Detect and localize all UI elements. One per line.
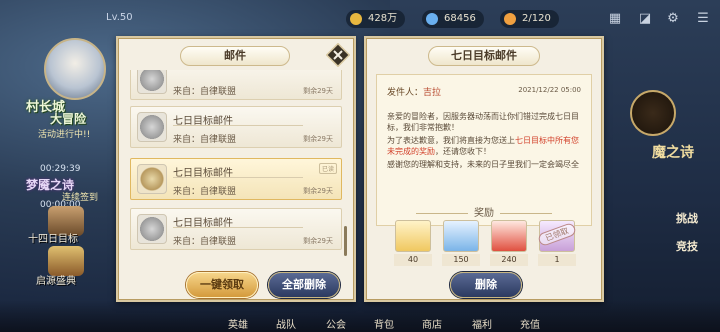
gold-chest-icon xyxy=(395,220,431,252)
mail-paragraph-3: 感谢您的理解和支持，未来的日子里我们一定会竭尽全 xyxy=(387,160,579,169)
nav-heroes[interactable]: 英雄 xyxy=(218,316,258,331)
event-timer: 00:29:39 xyxy=(40,164,81,174)
mail-thumb-icon xyxy=(137,112,167,142)
mail-list-panel: 邮件 来自：自律联盟 剩余29天 七日目标邮件 来自：自律联盟 剩余29天 七日… xyxy=(116,36,356,302)
nav-recharge[interactable]: 充值 xyxy=(510,316,550,331)
mail-list[interactable]: 来自：自律联盟 剩余29天 七日目标邮件 来自：自律联盟 剩余29天 七日目标邮… xyxy=(126,70,346,270)
detail-title: 七日目标邮件 xyxy=(428,46,540,66)
nav-guild[interactable]: 公会 xyxy=(316,316,356,331)
close-icon xyxy=(325,42,351,68)
mail-item[interactable]: 七日目标邮件 来自：自律联盟 剩余29天 xyxy=(130,208,342,250)
mail-remaining: 剩余29天 xyxy=(303,237,333,245)
sender-line: 发件人：吉拉 xyxy=(387,85,441,98)
mail-remaining: 剩余29天 xyxy=(303,135,333,143)
reward-qty: 240 xyxy=(490,254,528,266)
player-avatar[interactable] xyxy=(44,38,106,100)
gold-coin-icon xyxy=(350,13,362,25)
blue-crystal-icon xyxy=(443,220,479,252)
reward-item[interactable]: 40 xyxy=(394,220,432,268)
nav-bag[interactable]: 背包 xyxy=(364,316,404,331)
mail-paragraph-1: 亲爱的冒险者，因服务器动荡而让你们错过完成七日目标，我们非常抱歉！ xyxy=(387,112,579,132)
mail-detail-panel: 七日目标邮件 发件人：吉拉 2021/12/22 05:00 亲爱的冒险者，因服… xyxy=(364,36,604,302)
mail-divider xyxy=(173,227,303,228)
mail-thumb-icon xyxy=(137,70,167,94)
delete-button[interactable]: 删除 xyxy=(450,272,522,298)
reward-item[interactable]: 已领取 1 xyxy=(536,220,578,268)
mail-panel-title: 邮件 xyxy=(180,46,290,66)
mail-thumb-icon xyxy=(137,214,167,244)
reward-qty: 40 xyxy=(394,254,432,266)
nightmare-poem-menu[interactable]: 魔之诗 xyxy=(606,128,720,178)
delete-all-button[interactable]: 全部删除 xyxy=(268,272,340,298)
compete-label: 竞技 xyxy=(676,240,698,253)
fourteen-day-goal-label: 十四日目标 xyxy=(28,234,78,245)
player-level: Lv.50 xyxy=(106,12,133,23)
mail-item-selected[interactable]: 七日目标邮件 已读 来自：自律联盟 剩余29天 xyxy=(130,158,342,200)
mail-from: 来自：自律联盟 xyxy=(173,135,237,145)
gold-resource[interactable]: 428万 xyxy=(346,10,406,28)
close-button[interactable] xyxy=(325,42,351,68)
mail-item[interactable]: 来自：自律联盟 剩余29天 xyxy=(130,70,342,100)
mail-from: 来自：自律联盟 xyxy=(173,87,237,97)
reward-item[interactable]: 150 xyxy=(442,220,480,268)
top-bar: Lv.50 428万 68456 2/120 ▦ ◪ ⚙ ☰ xyxy=(0,0,720,34)
mail-from: 来自：自律联盟 xyxy=(173,237,237,247)
stamina-resource[interactable]: 2/120 xyxy=(500,10,559,28)
diamond-icon xyxy=(426,13,438,25)
mail-item[interactable]: 七日目标邮件 来自：自律联盟 剩余29天 xyxy=(130,106,342,148)
menu-icon[interactable]: ☰ xyxy=(694,11,712,27)
reward-item[interactable]: 240 xyxy=(490,220,528,268)
mail-scrollbar[interactable] xyxy=(344,226,347,256)
sender-label: 发件人： xyxy=(387,88,424,98)
origin-festival-label: 启源盛典 xyxy=(36,276,76,287)
reward-qty: 1 xyxy=(538,254,576,266)
mail-body: 亲爱的冒险者，因服务器动荡而让你们错过完成七日目标，我们非常抱歉！ 为了表达歉意… xyxy=(387,111,583,170)
stamina-value: 2/120 xyxy=(522,13,551,24)
mail-date: 2021/12/22 05:00 xyxy=(518,86,581,94)
compete-menu[interactable]: 竞技 xyxy=(606,224,720,274)
mail-remaining: 剩余29天 xyxy=(303,187,333,195)
mail-from: 来自：自律联盟 xyxy=(173,187,237,197)
screen-icon[interactable]: ◪ xyxy=(636,11,654,27)
mail-divider xyxy=(173,125,303,126)
stamina-icon xyxy=(504,13,516,25)
nav-team[interactable]: 战队 xyxy=(266,316,306,331)
nav-shop[interactable]: 商店 xyxy=(412,316,452,331)
claim-all-button[interactable]: 一键领取 xyxy=(186,272,258,298)
mail-remaining: 剩余29天 xyxy=(303,87,333,95)
sender-name: 吉拉 xyxy=(423,88,442,98)
event1-status: 活动进行中!! xyxy=(38,130,91,140)
reward-qty: 150 xyxy=(442,254,480,266)
bottom-nav: 英雄 战队 公会 背包 商店 福利 充值 xyxy=(0,300,720,332)
grid-icon[interactable]: ▦ xyxy=(606,11,624,27)
mail-divider xyxy=(173,177,303,178)
read-badge: 已读 xyxy=(318,163,337,174)
event1-subtitle: 大冒险 xyxy=(50,112,87,126)
diamond-value: 68456 xyxy=(444,13,476,24)
rewards-header: 奖励 xyxy=(366,204,602,219)
gold-value: 428万 xyxy=(368,13,398,24)
settings-icon[interactable]: ⚙ xyxy=(664,11,682,27)
red-gift-icon xyxy=(491,220,527,252)
left-sidebar: 村长城 大冒险 活动进行中!! 00:29:39 梦魇之诗 连续签到 00:00… xyxy=(0,30,116,330)
nightmare-poem-label: 魔之诗 xyxy=(652,145,694,161)
nav-welfare[interactable]: 福利 xyxy=(462,316,502,331)
mail-thumb-icon xyxy=(137,164,167,194)
mail-paragraph-2: 为了表达歉意，我们将直接为您送上七日目标中所有您未完成的奖励，还请您收下！ xyxy=(387,136,579,156)
diamond-resource[interactable]: 68456 xyxy=(422,10,484,28)
